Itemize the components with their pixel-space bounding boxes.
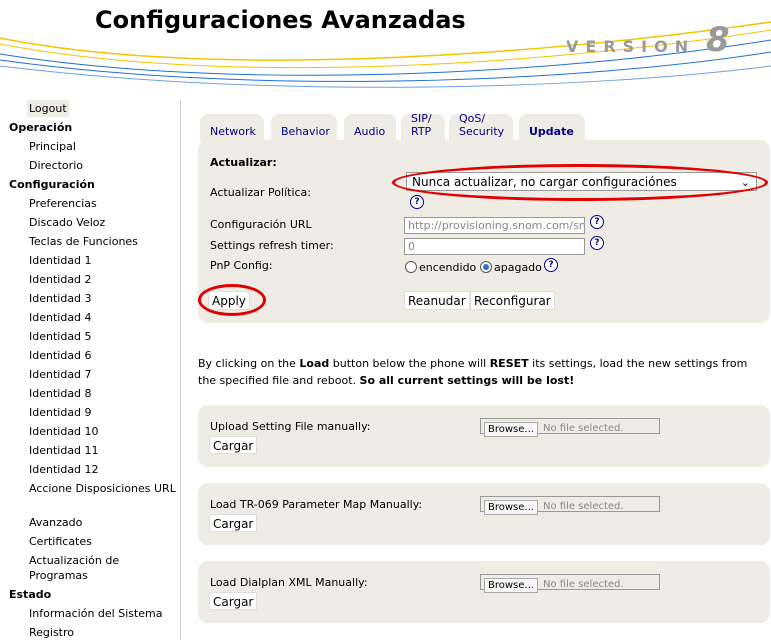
- no-file-text: No file selected.: [543, 579, 624, 590]
- sidebar-item-teclas-funciones[interactable]: Teclas de Funciones: [29, 233, 138, 250]
- upload-settings-file[interactable]: Browse... No file selected.: [480, 418, 660, 437]
- sidebar: Logout Operación Principal Directorio Co…: [0, 100, 180, 640]
- browse-button[interactable]: Browse...: [484, 500, 538, 515]
- page-header: Configuraciones Avanzadas VERSION 8: [0, 0, 771, 92]
- refresh-label: Settings refresh timer:: [210, 239, 334, 252]
- sidebar-item-identidad-7[interactable]: Identidad 7: [29, 366, 92, 383]
- refresh-input[interactable]: 0: [404, 238, 585, 255]
- version-number: 8: [706, 20, 730, 60]
- sidebar-item-identidad-8[interactable]: Identidad 8: [29, 385, 92, 402]
- sidebar-item-identidad-5[interactable]: Identidad 5: [29, 328, 92, 345]
- sidebar-item-principal[interactable]: Principal: [29, 138, 76, 155]
- upload-dialplan-button[interactable]: Cargar: [209, 592, 258, 610]
- sidebar-item-registro[interactable]: Registro: [29, 624, 74, 641]
- policy-highlight: [392, 164, 768, 201]
- sidebar-item-identidad-3[interactable]: Identidad 3: [29, 290, 92, 307]
- url-label: Configuración URL: [210, 218, 312, 231]
- tab-sip-rtp[interactable]: SIP/ RTP: [401, 112, 445, 142]
- sidebar-item-identidad-12[interactable]: Identidad 12: [29, 461, 99, 478]
- apply-highlight: [198, 284, 266, 316]
- upload-tr069-label: Load TR-069 Parameter Map Manually:: [210, 498, 423, 511]
- sidebar-item-identidad-6[interactable]: Identidad 6: [29, 347, 92, 364]
- sidebar-item-identidad-2[interactable]: Identidad 2: [29, 271, 92, 288]
- logout-link[interactable]: Logout: [27, 100, 69, 117]
- pnp-on-label: encendido: [419, 261, 477, 274]
- url-input[interactable]: http://provisioning.snom.com/snom: [404, 217, 585, 234]
- sidebar-item-accione-url[interactable]: Accione Disposiciones URL: [29, 481, 179, 498]
- sidebar-item-directorio[interactable]: Directorio: [29, 157, 83, 174]
- page-title: Configuraciones Avanzadas: [95, 6, 466, 34]
- url-help-icon[interactable]: ?: [590, 215, 604, 229]
- sidebar-item-certificates[interactable]: Certificates: [29, 533, 92, 550]
- policy-help-icon[interactable]: ?: [410, 195, 424, 209]
- pnp-help-icon[interactable]: ?: [544, 258, 558, 272]
- sidebar-item-identidad-11[interactable]: Identidad 11: [29, 442, 99, 459]
- tab-behavior[interactable]: Behavior: [271, 114, 337, 142]
- tab-network[interactable]: Network: [200, 114, 264, 142]
- no-file-text: No file selected.: [543, 501, 624, 512]
- policy-label: Actualizar Política:: [210, 186, 311, 199]
- sidebar-item-discado-veloz[interactable]: Discado Veloz: [29, 214, 105, 231]
- sidebar-section-configuracion: Configuración: [9, 178, 95, 191]
- sidebar-item-informacion[interactable]: Información del Sistema: [29, 605, 163, 622]
- pnp-off-radio[interactable]: [480, 261, 492, 273]
- reconfigure-button[interactable]: Reconfigurar: [470, 291, 555, 310]
- no-file-text: No file selected.: [543, 423, 624, 434]
- sidebar-item-preferencias[interactable]: Preferencias: [29, 195, 97, 212]
- refresh-help-icon[interactable]: ?: [590, 236, 604, 250]
- upload-dialplan-file[interactable]: Browse... No file selected.: [480, 574, 660, 593]
- sidebar-section-operacion: Operación: [9, 121, 73, 134]
- sidebar-item-actualizacion[interactable]: Actualización de Programas: [29, 553, 179, 582]
- load-warning: By clicking on the Load button below the…: [198, 357, 748, 387]
- sidebar-item-identidad-1[interactable]: Identidad 1: [29, 252, 92, 269]
- tab-audio[interactable]: Audio: [344, 114, 396, 142]
- sidebar-item-identidad-10[interactable]: Identidad 10: [29, 423, 99, 440]
- tab-update[interactable]: Update: [519, 114, 585, 142]
- upload-tr069-button[interactable]: Cargar: [209, 514, 258, 532]
- update-section-title: Actualizar:: [210, 156, 277, 169]
- reset-button[interactable]: Reanudar: [404, 291, 470, 310]
- pnp-label: PnP Config:: [210, 259, 273, 272]
- tab-qos-security[interactable]: QoS/ Security: [449, 112, 513, 142]
- browse-button[interactable]: Browse...: [484, 578, 538, 593]
- sidebar-divider: [180, 100, 181, 640]
- pnp-off-label: apagado: [494, 261, 542, 274]
- browse-button[interactable]: Browse...: [484, 422, 538, 437]
- version-label: VERSION: [566, 37, 696, 56]
- sidebar-item-avanzado[interactable]: Avanzado: [29, 514, 82, 531]
- upload-settings-button[interactable]: Cargar: [209, 436, 258, 454]
- sidebar-section-estado: Estado: [9, 588, 52, 601]
- sidebar-item-identidad-4[interactable]: Identidad 4: [29, 309, 92, 326]
- upload-tr069-file[interactable]: Browse... No file selected.: [480, 496, 660, 515]
- upload-settings-label: Upload Setting File manually:: [210, 420, 371, 433]
- sidebar-item-identidad-9[interactable]: Identidad 9: [29, 404, 92, 421]
- upload-dialplan-label: Load Dialplan XML Manually:: [210, 576, 368, 589]
- pnp-on-radio[interactable]: [405, 261, 417, 273]
